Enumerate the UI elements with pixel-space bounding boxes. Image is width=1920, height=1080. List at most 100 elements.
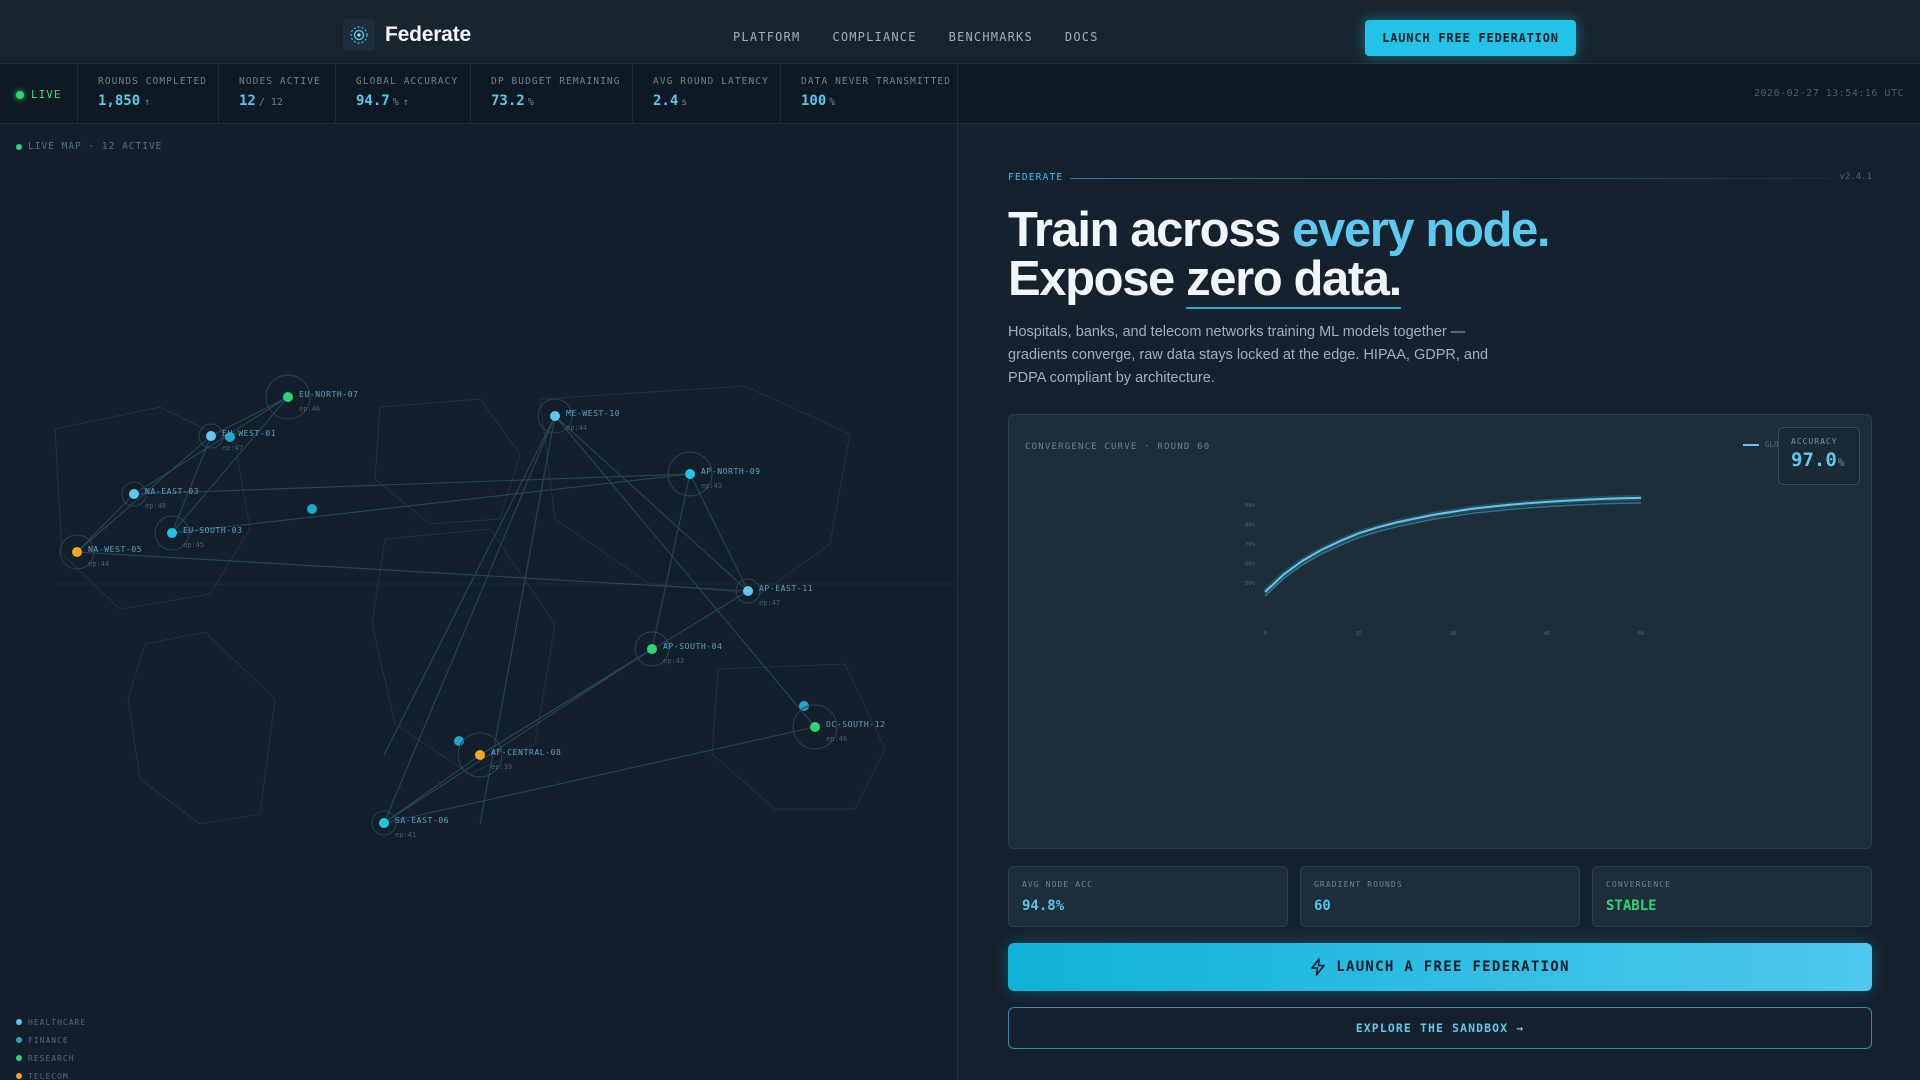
node-ap-south-04[interactable]: AP-SOUTH-04 ep:43: [634, 631, 723, 667]
accuracy-value: 97.0%: [1791, 449, 1859, 471]
stat-value: 2.4 s: [653, 93, 780, 109]
map-header-label: LIVE MAP · 12 ACTIVE: [28, 141, 163, 152]
gradient-packet: [307, 504, 317, 514]
launch-a-free-federation-button[interactable]: LAUNCH A FREE FEDERATION: [1008, 943, 1872, 991]
sector-legend: HEALTHCARE FINANCE RESEARCH TELECOM: [16, 1013, 86, 1080]
map-header: LIVE MAP · 12 ACTIVE: [16, 141, 162, 152]
stat-unit: %: [392, 97, 399, 108]
node-epoch: ep:47: [759, 599, 780, 607]
stat-number: 2.4: [653, 93, 679, 109]
node-dot: [743, 586, 753, 596]
top-navigation: Federate PLATFORM COMPLIANCE BENCHMARKS …: [0, 0, 1920, 64]
stat-number: 73.2: [491, 93, 525, 109]
node-sa-east-06[interactable]: SA-EAST-06 ep:41: [371, 810, 449, 839]
node-dot: [206, 431, 216, 441]
node-label: AF-CENTRAL-08: [491, 748, 561, 757]
node-label: SA-EAST-06: [395, 816, 449, 825]
node-label: ME-WEST-10: [566, 409, 620, 418]
node-eu-south-03[interactable]: EU-SOUTH-03 ep:45: [154, 515, 243, 551]
node-oc-south-12[interactable]: OC-SOUTH-12 ep:46: [792, 704, 886, 750]
series-line-global: [1264, 496, 1642, 593]
legend-item-healthcare: HEALTHCARE: [16, 1013, 86, 1031]
stat-value: 12/ 12: [239, 93, 335, 109]
node-epoch: ep:43: [663, 657, 684, 665]
node-dot: [283, 392, 293, 402]
headline-text: Expose: [1008, 252, 1187, 306]
stat-unit: s: [681, 97, 688, 108]
node-epoch: ep:45: [183, 541, 204, 549]
stat-unit: %: [527, 97, 534, 108]
stat-label: AVG ROUND LATENCY: [653, 76, 769, 87]
node-dot: [647, 644, 657, 654]
button-label: LAUNCH A FREE FEDERATION: [1336, 959, 1570, 975]
legend-label: TELECOM: [28, 1071, 69, 1080]
nav-link-compliance[interactable]: COMPLIANCE: [832, 30, 916, 44]
stat-dp-budget-remaining: DP BUDGET REMAINING 73.2%: [470, 64, 632, 124]
stat-value: 100%: [801, 93, 957, 109]
brand-logo-icon: [343, 19, 375, 51]
stat-global-accuracy: GLOBAL ACCURACY 94.7% ↑: [335, 64, 470, 124]
node-label: NA-EAST-03: [145, 487, 199, 496]
nav-link-docs[interactable]: DOCS: [1065, 30, 1099, 44]
node-epoch: ep:46: [299, 405, 320, 413]
stat-trend-up-icon: ↑: [144, 97, 151, 108]
stat-value: 1,850 ↑: [98, 93, 218, 109]
node-epoch: ep:48: [145, 502, 166, 510]
metric-label: CONVERGENCE: [1606, 880, 1672, 889]
stat-label: DATA NEVER TRANSMITTED: [801, 76, 952, 87]
metric-value: 60: [1314, 898, 1331, 914]
nav-link-platform[interactable]: PLATFORM: [733, 30, 800, 44]
legend-label: RESEARCH: [28, 1053, 75, 1063]
node-dot: [167, 528, 177, 538]
stat-number: 100: [801, 93, 827, 109]
live-stats-bar: LIVE ROUNDS COMPLETED 1,850 ↑ NODES ACTIV…: [0, 64, 1920, 124]
legend-swatch: [1743, 443, 1759, 446]
nav-links: PLATFORM COMPLIANCE BENCHMARKS DOCS: [733, 30, 1099, 44]
node-na-east-03[interactable]: NA-EAST-03 ep:48: [121, 481, 199, 510]
headline-underlined: zero data.: [1186, 252, 1402, 309]
headline-line-2: Expose zero data.: [1008, 252, 1402, 309]
stat-nodes-active: NODES ACTIVE 12/ 12: [218, 64, 335, 124]
node-epoch: ep:46: [826, 735, 847, 743]
chart-title: CONVERGENCE CURVE · ROUND 60: [1025, 442, 1211, 452]
nav-link-benchmarks[interactable]: BENCHMARKS: [949, 30, 1033, 44]
lightning-bolt-icon: [1311, 958, 1326, 976]
metric-label: AVG NODE ACC: [1022, 880, 1093, 889]
legend-item-finance: FINANCE: [16, 1031, 86, 1049]
node-ap-east-11[interactable]: AP-EAST-11 ep:47: [735, 578, 813, 607]
convergence-chart-card: 90% 80% 70% 60% 50% 0 15 30 45 60 CONVERGENCE CU…: [1008, 414, 1872, 849]
node-eu-west-01[interactable]: EU-WEST-01 ep:47: [198, 423, 276, 452]
stat-value: 94.7% ↑: [356, 93, 470, 109]
explore-the-sandbox-button[interactable]: EXPLORE THE SANDBOX →: [1008, 1007, 1872, 1049]
legend-item-telecom: TELECOM: [16, 1067, 86, 1080]
x-tick-label: 15: [1356, 631, 1363, 637]
stat-unit: / 12: [258, 97, 283, 108]
y-tick-label: 80%: [1245, 522, 1256, 528]
convergence-chart: 90% 80% 70% 60% 50% 0 15 30 45 60: [1245, 494, 1644, 637]
federation-map-panel: EU-NORTH-07 ep:46 EU-WEST-01 ep:47 NA-EA…: [0, 124, 958, 1080]
node-connections: [76, 396, 816, 825]
brand-name: Federate: [385, 23, 471, 46]
node-label: OC-SOUTH-12: [826, 720, 886, 729]
metric-value: STABLE: [1606, 898, 1657, 914]
stat-unit: %: [829, 97, 836, 108]
launch-free-federation-button[interactable]: LAUNCH FREE FEDERATION: [1365, 20, 1576, 56]
stat-trend-up-icon: ↑: [402, 97, 409, 108]
version-label: v2.4.1: [1839, 172, 1872, 182]
stat-number: 12: [239, 93, 256, 109]
live-indicator: LIVE: [16, 88, 62, 101]
stat-number: 1,850: [98, 93, 141, 109]
node-label: AP-NORTH-09: [701, 467, 761, 476]
metric-avg-node-acc: AVG NODE ACC 94.8%: [1008, 866, 1288, 927]
node-dot: [129, 489, 139, 499]
node-dot: [72, 547, 82, 557]
headline-line-1: Train across every node.: [1008, 203, 1550, 257]
node-af-central-08[interactable]: AF-CENTRAL-08 ep:39: [457, 732, 561, 778]
x-tick-label: 30: [1450, 631, 1457, 637]
node-label: AP-SOUTH-04: [663, 642, 723, 651]
node-eu-north-07[interactable]: EU-NORTH-07 ep:46: [265, 374, 359, 420]
eyebrow: FEDERATE v2.4.1: [1008, 172, 1872, 186]
node-epoch: ep:39: [491, 763, 512, 771]
legend-dot: [16, 1019, 22, 1025]
brand[interactable]: Federate: [343, 19, 471, 51]
